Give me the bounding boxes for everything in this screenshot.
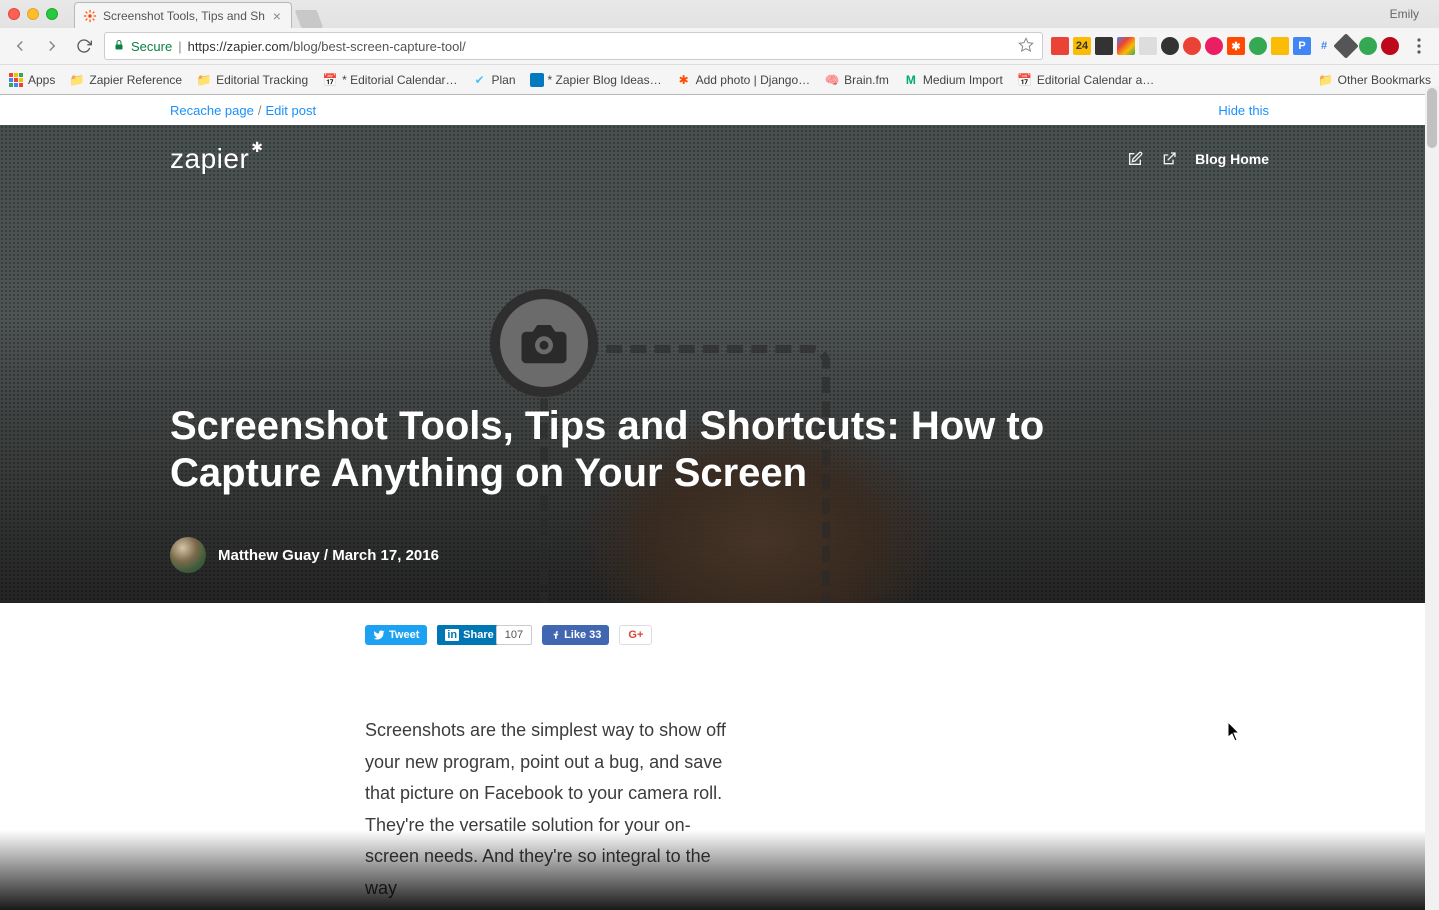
- forward-button[interactable]: [40, 34, 64, 58]
- lock-icon: [113, 39, 125, 54]
- extension-icon[interactable]: [1051, 37, 1069, 55]
- other-bookmarks-button[interactable]: 📁Other Bookmarks: [1318, 72, 1431, 88]
- pinterest-icon[interactable]: [1381, 37, 1399, 55]
- facebook-like-button[interactable]: Like 33: [542, 625, 609, 645]
- extension-icon[interactable]: [1205, 37, 1223, 55]
- publish-date: March 17, 2016: [332, 547, 439, 564]
- bottom-fade: [0, 830, 1425, 910]
- hero-content: Screenshot Tools, Tips and Shortcuts: Ho…: [0, 403, 1439, 573]
- browser-chrome: Screenshot Tools, Tips and Sh × Emily Se…: [0, 0, 1439, 95]
- calendar-icon: 📅: [1017, 72, 1033, 88]
- chrome-menu-button[interactable]: [1407, 34, 1431, 58]
- tab-title: Screenshot Tools, Tips and Sh: [103, 9, 265, 23]
- apps-button[interactable]: Apps: [8, 72, 55, 88]
- bookmark-star-icon[interactable]: [1018, 37, 1034, 56]
- medium-icon: M: [903, 72, 919, 88]
- pocket-icon[interactable]: [1095, 37, 1113, 55]
- traffic-lights: [8, 8, 58, 20]
- logo-star-icon: ✱: [251, 139, 263, 156]
- hero-section: zapier✱ Blog Home Screenshot Tools, Tips…: [0, 125, 1439, 603]
- browser-toolbar: Secure | https://zapier.com/blog/best-sc…: [0, 28, 1439, 64]
- linkedin-icon: in: [445, 629, 459, 641]
- scroll-thumb[interactable]: [1427, 88, 1437, 148]
- admin-bar: Recache page / Edit post Hide this: [0, 95, 1439, 125]
- bookmark-item[interactable]: 📅* Editorial Calendar…: [322, 72, 457, 88]
- window-close-button[interactable]: [8, 8, 20, 20]
- profile-label[interactable]: Emily: [1390, 7, 1431, 21]
- extension-icon[interactable]: [1117, 37, 1135, 55]
- new-tab-button[interactable]: [295, 10, 324, 28]
- extension-icon[interactable]: [1333, 33, 1358, 58]
- folder-icon: 📁: [1318, 72, 1334, 88]
- tab-strip: Screenshot Tools, Tips and Sh ×: [74, 0, 1382, 28]
- divider: /: [258, 103, 262, 118]
- author-name: Matthew Guay: [218, 547, 320, 564]
- apps-grid-icon: [8, 72, 24, 88]
- blog-home-link[interactable]: Blog Home: [1195, 151, 1269, 167]
- bookmark-item[interactable]: ✱Add photo | Django…: [676, 72, 811, 88]
- zapier-icon: ✱: [676, 72, 692, 88]
- external-link-icon[interactable]: [1161, 151, 1177, 167]
- extension-icon[interactable]: [1183, 37, 1201, 55]
- share-bar: Tweet in Share 107 Like 33 G+: [0, 603, 1439, 645]
- bookmark-item[interactable]: MMedium Import: [903, 72, 1003, 88]
- check-icon: ✔: [472, 72, 488, 88]
- zapier-extension-icon[interactable]: ✱: [1227, 37, 1245, 55]
- back-button[interactable]: [8, 34, 32, 58]
- edit-icon[interactable]: [1127, 151, 1143, 167]
- bookmark-item[interactable]: 📁Editorial Tracking: [196, 72, 308, 88]
- recache-link[interactable]: Recache page: [170, 103, 254, 118]
- browser-tab[interactable]: Screenshot Tools, Tips and Sh ×: [74, 2, 292, 28]
- extension-icon[interactable]: P: [1293, 37, 1311, 55]
- window-minimize-button[interactable]: [27, 8, 39, 20]
- author-avatar[interactable]: [170, 537, 206, 573]
- brainfm-icon: 🧠: [824, 72, 840, 88]
- url-text: https://zapier.com/blog/best-screen-capt…: [188, 39, 1012, 54]
- linkedin-share-button[interactable]: in Share: [437, 625, 501, 645]
- window-zoom-button[interactable]: [46, 8, 58, 20]
- trello-icon: [530, 73, 544, 87]
- tab-close-button[interactable]: ×: [271, 10, 283, 22]
- edit-post-link[interactable]: Edit post: [265, 103, 316, 118]
- extension-icon[interactable]: [1161, 37, 1179, 55]
- folder-icon: 📁: [69, 72, 85, 88]
- google-plus-button[interactable]: G+: [619, 625, 652, 645]
- byline: Matthew Guay / March 17, 2016: [170, 537, 1269, 573]
- hide-link[interactable]: Hide this: [1218, 103, 1269, 118]
- zapier-favicon-icon: [83, 9, 97, 23]
- linkedin-count: 107: [496, 625, 532, 645]
- article-title: Screenshot Tools, Tips and Shortcuts: Ho…: [170, 403, 1130, 497]
- bookmark-item[interactable]: ✔Plan: [472, 72, 516, 88]
- bookmark-item[interactable]: 📅Editorial Calendar a…: [1017, 72, 1154, 88]
- extension-icon[interactable]: [1139, 37, 1157, 55]
- extension-icons: 24 ✱ P #: [1051, 37, 1399, 55]
- mouse-cursor-icon: [1228, 722, 1242, 742]
- byline-text: Matthew Guay / March 17, 2016: [218, 547, 439, 564]
- extension-icon[interactable]: #: [1315, 37, 1333, 55]
- extension-icon[interactable]: 24: [1073, 37, 1091, 55]
- zapier-logo[interactable]: zapier✱: [170, 143, 264, 175]
- scrollbar[interactable]: [1425, 86, 1439, 910]
- tweet-button[interactable]: Tweet: [365, 625, 427, 645]
- bookmarks-bar: Apps 📁Zapier Reference 📁Editorial Tracki…: [0, 64, 1439, 94]
- bookmark-item[interactable]: 📁Zapier Reference: [69, 72, 182, 88]
- bookmark-item[interactable]: * Zapier Blog Ideas…: [530, 73, 662, 87]
- secure-label: Secure: [131, 39, 172, 54]
- extension-icon[interactable]: [1271, 37, 1289, 55]
- extension-icon[interactable]: [1249, 37, 1267, 55]
- window-titlebar: Screenshot Tools, Tips and Sh × Emily: [0, 0, 1439, 28]
- extension-icon[interactable]: [1359, 37, 1377, 55]
- bookmark-item[interactable]: 🧠Brain.fm: [824, 72, 889, 88]
- site-nav: Blog Home: [1127, 151, 1269, 167]
- calendar-icon: 📅: [322, 72, 338, 88]
- folder-icon: 📁: [196, 72, 212, 88]
- url-divider: |: [178, 39, 181, 54]
- camera-badge-icon: [490, 289, 598, 397]
- reload-button[interactable]: [72, 34, 96, 58]
- address-bar[interactable]: Secure | https://zapier.com/blog/best-sc…: [104, 32, 1043, 60]
- gplus-icon: G+: [628, 629, 643, 641]
- site-header: zapier✱ Blog Home: [0, 125, 1439, 193]
